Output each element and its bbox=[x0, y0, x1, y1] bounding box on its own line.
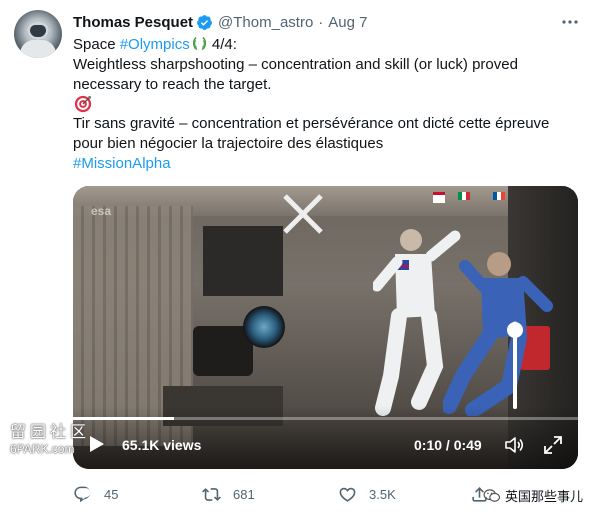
direct-hit-target-icon bbox=[74, 95, 92, 113]
tweet-text-prefix: Space bbox=[73, 36, 120, 53]
retweet-count: 681 bbox=[233, 486, 255, 502]
video-scene-white-straps bbox=[283, 194, 323, 234]
video-scene-flag bbox=[458, 192, 470, 200]
esa-logo: esa bbox=[91, 204, 112, 218]
tweet-text-english: Weightless sharpshooting – concentration… bbox=[73, 56, 518, 93]
tweet[interactable]: Thomas Pesquet @Thom_astro · Aug 7 Space… bbox=[0, 0, 590, 524]
avatar-suit bbox=[20, 40, 56, 58]
video-progress-fill bbox=[73, 417, 174, 420]
separator-dot: · bbox=[318, 13, 324, 31]
video-view-count: 65.1K views bbox=[122, 437, 202, 453]
video-scene-lens bbox=[243, 306, 285, 348]
like-button[interactable]: 3.5K bbox=[338, 483, 396, 505]
tweet-line-1: Space #Olympics 4/4: bbox=[73, 35, 578, 55]
avatar-helmet bbox=[27, 22, 49, 40]
reply-icon bbox=[74, 486, 91, 502]
wechat-watermark-text: 英国那些事儿 bbox=[505, 489, 584, 504]
video-player[interactable]: esa 65.1K views 0:10 / 0:49 bbox=[73, 186, 578, 469]
fullscreen-icon[interactable] bbox=[543, 435, 563, 455]
retweet-icon bbox=[202, 487, 221, 501]
video-scene-flag bbox=[433, 192, 445, 203]
volume-level-fill bbox=[513, 329, 517, 409]
ellipsis-icon[interactable] bbox=[560, 12, 580, 32]
heart-icon bbox=[339, 487, 356, 502]
play-icon[interactable] bbox=[89, 435, 105, 453]
tweet-line-hashtag: #MissionAlpha bbox=[73, 154, 578, 174]
reply-count: 45 bbox=[104, 486, 119, 502]
verified-badge-icon bbox=[197, 14, 212, 30]
author-name[interactable]: Thomas Pesquet bbox=[73, 14, 193, 31]
site-watermark: 留园社区 6PARK.com bbox=[10, 425, 90, 457]
tweet-header: Thomas Pesquet @Thom_astro · Aug 7 bbox=[73, 12, 368, 32]
volume-slider[interactable] bbox=[503, 311, 527, 411]
laurel-wreath-icon bbox=[192, 37, 206, 51]
video-time: 0:10 / 0:49 bbox=[414, 437, 482, 453]
tweet-text-suffix: 4/4: bbox=[207, 36, 237, 53]
retweet-button[interactable]: 681 bbox=[202, 483, 255, 505]
more-options-icon bbox=[562, 20, 578, 24]
video-progress-bar[interactable] bbox=[73, 417, 578, 420]
reply-button[interactable]: 45 bbox=[73, 483, 118, 505]
video-scene-flag bbox=[493, 192, 505, 200]
like-count: 3.5K bbox=[369, 486, 396, 502]
wechat-icon bbox=[483, 488, 501, 502]
tweet-text-french: Tir sans gravité – concentration et pers… bbox=[73, 115, 550, 152]
video-scene-astronaut-blue bbox=[443, 252, 553, 416]
avatar[interactable] bbox=[14, 10, 62, 58]
tweet-date[interactable]: Aug 7 bbox=[328, 14, 367, 31]
hashtag-olympics[interactable]: #Olympics bbox=[120, 36, 190, 53]
volume-icon[interactable] bbox=[504, 435, 524, 455]
site-watermark-en: 6PARK.com bbox=[10, 442, 75, 456]
video-scene-panel bbox=[203, 226, 283, 296]
volume-slider-handle[interactable] bbox=[507, 321, 523, 338]
wechat-watermark: 英国那些事儿 bbox=[483, 486, 583, 505]
hashtag-missionalpha[interactable]: #MissionAlpha bbox=[73, 155, 171, 172]
author-handle[interactable]: @Thom_astro bbox=[218, 14, 313, 31]
site-watermark-zh: 留园社区 bbox=[10, 424, 91, 441]
